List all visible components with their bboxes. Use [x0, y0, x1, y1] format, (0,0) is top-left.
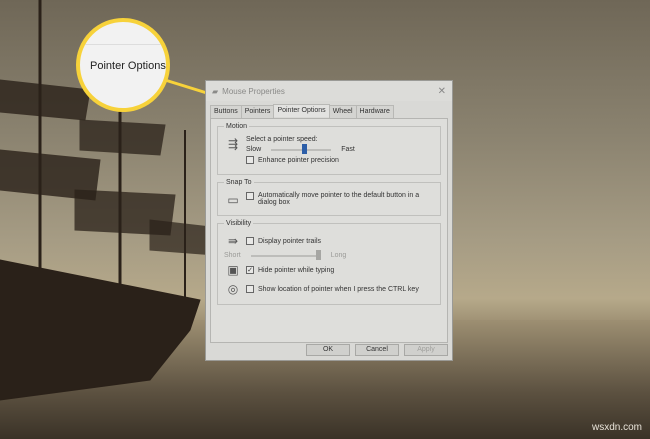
snap-to-group: Snap To ▭ Automatically move pointer to … — [217, 179, 441, 216]
title-bar: ▰ Mouse Properties ✕ — [206, 81, 452, 101]
hide-pointer-icon: ▣ — [227, 263, 239, 277]
enhance-precision-checkbox[interactable] — [246, 156, 254, 164]
hide-pointer-label: Hide pointer while typing — [258, 266, 335, 274]
fast-label: Fast — [341, 146, 355, 153]
enhance-precision-label: Enhance pointer precision — [258, 156, 339, 164]
visibility-group: Visibility ⇛ Display pointer trails Short… — [217, 220, 441, 305]
pointer-speed-icon: ⇶ — [227, 137, 239, 151]
pointer-trails-icon: ⇛ — [227, 234, 239, 248]
tab-buttons[interactable]: Buttons — [210, 105, 242, 118]
tab-bar: Buttons Pointers Pointer Options Wheel H… — [206, 104, 452, 118]
cancel-button[interactable]: Cancel — [355, 344, 399, 356]
slider-thumb[interactable] — [302, 143, 308, 154]
tab-hardware[interactable]: Hardware — [355, 105, 394, 118]
snap-legend: Snap To — [226, 179, 252, 186]
pointer-trails-label: Display pointer trails — [258, 237, 322, 245]
pointer-speed-slider[interactable] — [271, 143, 332, 154]
visibility-legend: Visibility — [226, 220, 252, 227]
pointer-trails-checkbox[interactable] — [246, 237, 254, 245]
tab-wheel[interactable]: Wheel — [328, 105, 357, 118]
long-label: Long — [330, 252, 347, 259]
apply-button[interactable]: Apply — [404, 344, 448, 356]
show-location-label: Show location of pointer when I press th… — [258, 285, 419, 293]
callout-label: Pointer Options — [90, 60, 166, 72]
snap-to-checkbox[interactable] — [246, 192, 254, 200]
trail-length-slider[interactable] — [250, 249, 321, 260]
motion-legend: Motion — [226, 123, 248, 130]
watermark: wsxdn.com — [591, 422, 642, 433]
dialog-title: Mouse Properties — [222, 86, 285, 96]
snap-to-label: Automatically move pointer to the defaul… — [258, 192, 420, 206]
short-label: Short — [224, 252, 241, 259]
ok-button[interactable]: OK — [306, 344, 350, 356]
pointer-options-panel: Motion ⇶ Select a pointer speed: Slow Fa… — [210, 118, 448, 343]
zoom-callout: Pointer Options — [76, 18, 170, 112]
show-location-checkbox[interactable] — [246, 285, 254, 293]
close-button[interactable]: ✕ — [438, 86, 446, 97]
dialog-buttons: OK Cancel Apply — [306, 344, 448, 356]
ctrl-location-icon: ◎ — [227, 282, 239, 296]
trail-slider-thumb[interactable] — [315, 249, 321, 260]
speed-label: Select a pointer speed: — [246, 136, 318, 143]
slow-label: Slow — [246, 146, 262, 153]
motion-group: Motion ⇶ Select a pointer speed: Slow Fa… — [217, 123, 441, 175]
tab-pointers[interactable]: Pointers — [240, 105, 275, 118]
mouse-properties-dialog: ▰ Mouse Properties ✕ Buttons Pointers Po… — [205, 80, 453, 361]
tab-pointer-options[interactable]: Pointer Options — [273, 104, 330, 117]
hide-pointer-checkbox[interactable]: ✓ — [246, 266, 254, 274]
mouse-icon: ▰ — [212, 86, 219, 96]
snap-to-icon: ▭ — [227, 193, 239, 207]
